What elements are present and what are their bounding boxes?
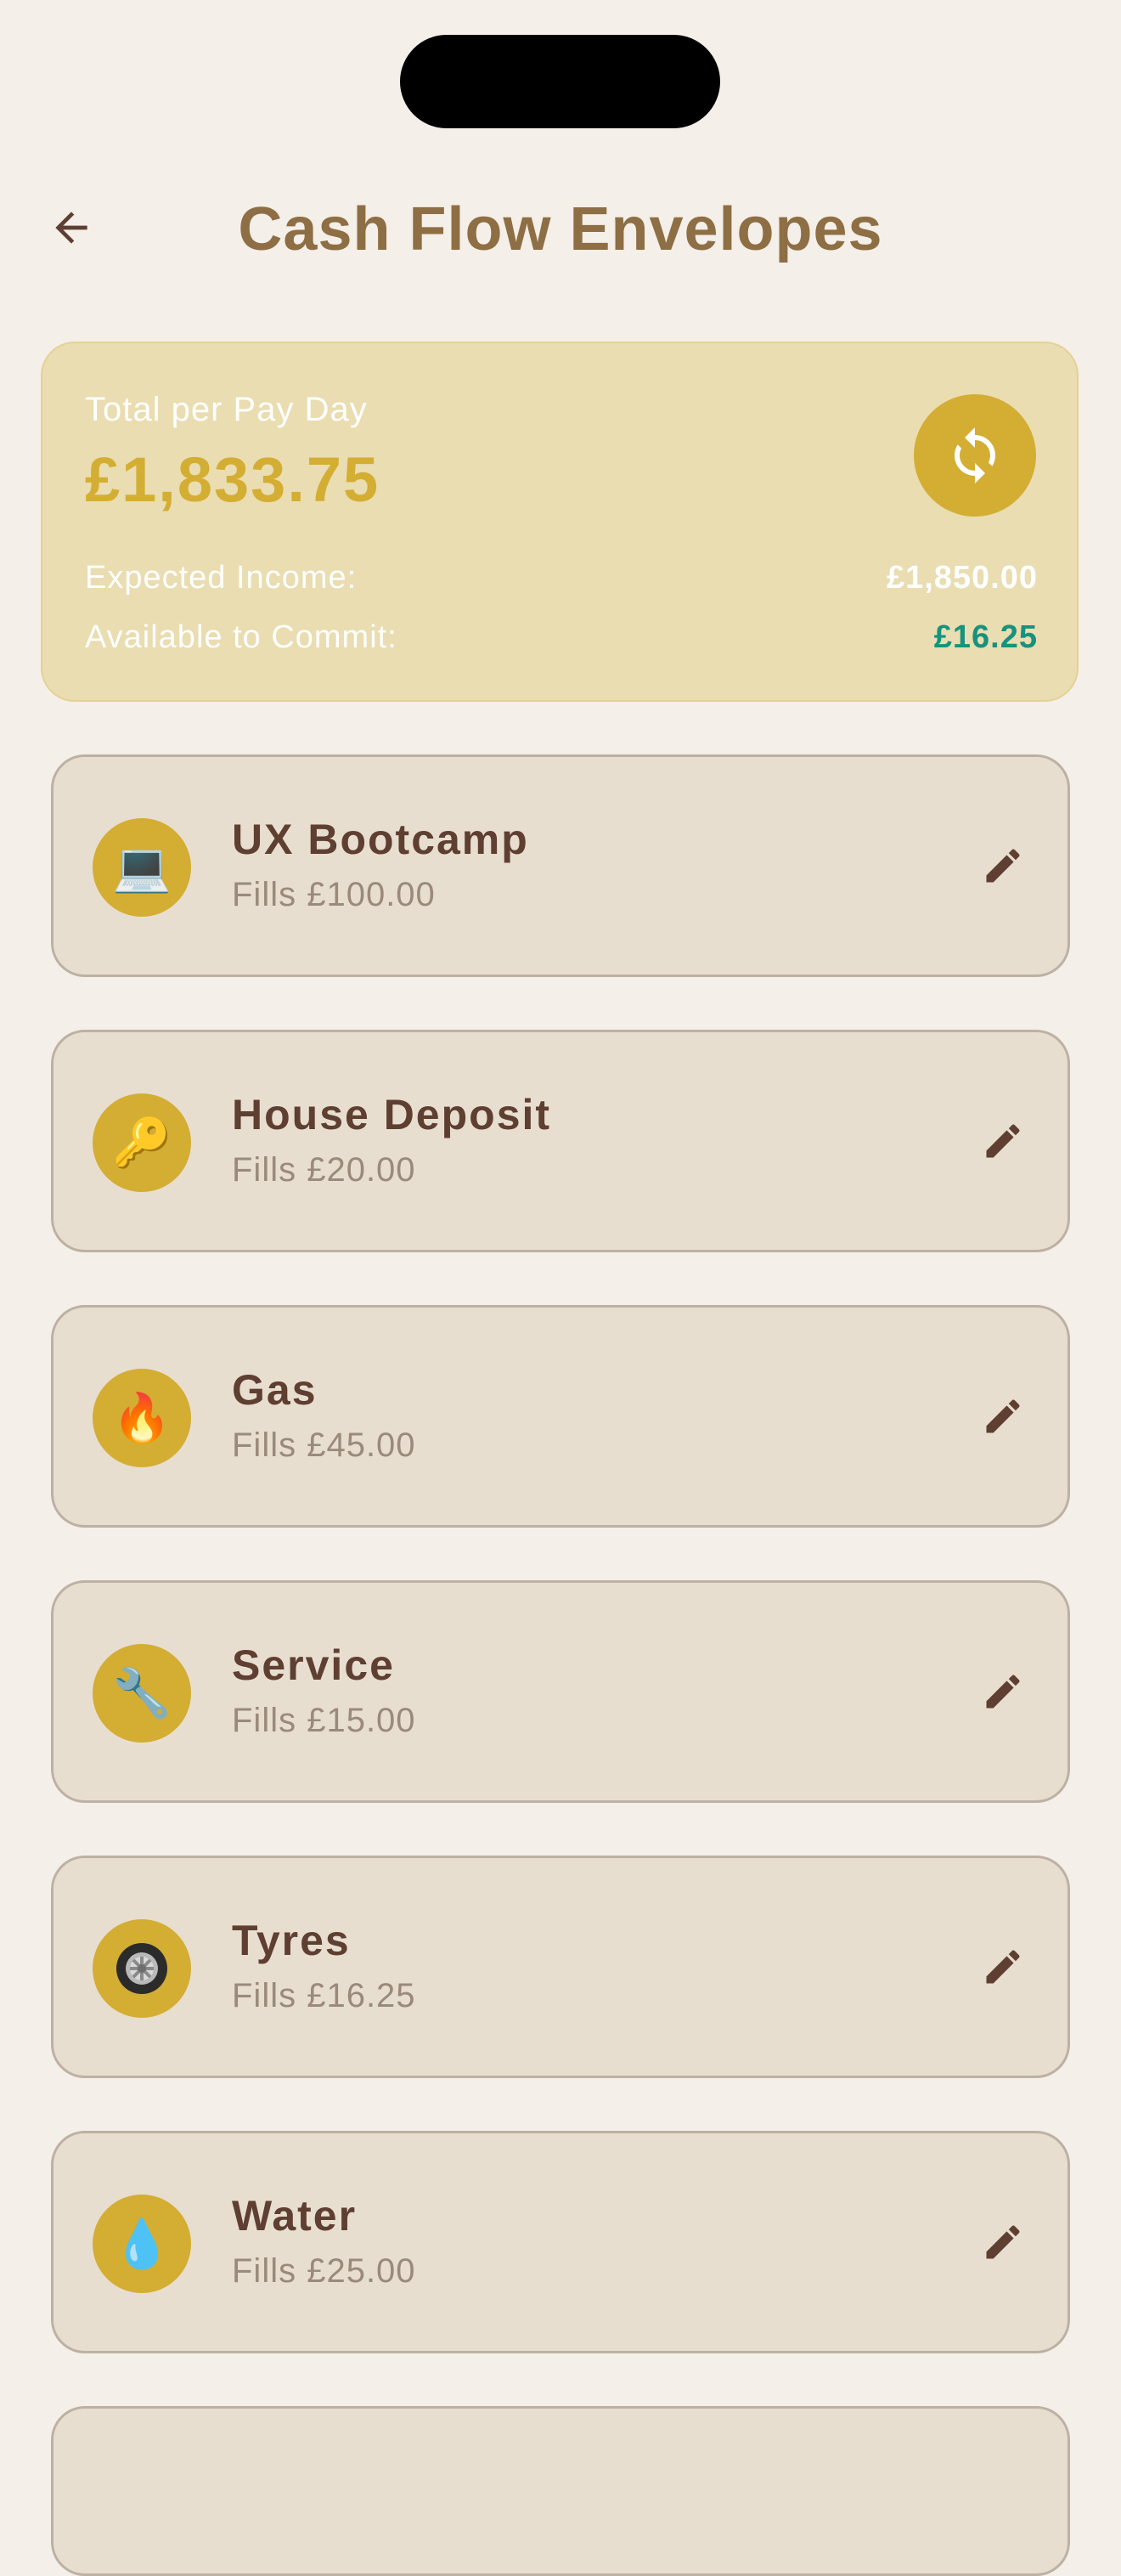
envelope-card-tyres[interactable]: Tyres Fills £16.25 xyxy=(51,1856,1070,2078)
available-to-commit-value: £16.25 xyxy=(933,619,1038,655)
pencil-icon xyxy=(986,1675,1020,1709)
pencil-icon xyxy=(986,1399,1020,1433)
envelope-card-partial[interactable] xyxy=(51,2406,1070,2576)
pencil-icon xyxy=(986,849,1020,883)
available-to-commit-row: Available to Commit: £16.25 xyxy=(85,613,1038,661)
envelope-name: Tyres xyxy=(232,1917,351,1964)
envelope-card-water[interactable]: 💧 Water Fills £25.00 xyxy=(51,2131,1070,2353)
wrench-icon: 🔧 xyxy=(93,1644,191,1743)
dynamic-island xyxy=(400,35,720,128)
edit-button[interactable] xyxy=(972,1386,1034,1447)
edit-button[interactable] xyxy=(972,2212,1034,2273)
envelope-card-house-deposit[interactable]: 🔑 House Deposit Fills £20.00 xyxy=(51,1030,1070,1252)
page-title: Cash Flow Envelopes xyxy=(238,195,883,263)
expected-income-label: Expected Income: xyxy=(85,559,358,596)
envelope-card-gas[interactable]: 🔥 Gas Fills £45.00 xyxy=(51,1305,1070,1528)
expected-income-value: £1,850.00 xyxy=(886,559,1038,596)
envelope-fill-amount: Fills £45.00 xyxy=(232,1426,416,1464)
summary-card: Total per Pay Day £1,833.75 Expected Inc… xyxy=(41,342,1079,702)
refresh-button[interactable] xyxy=(914,394,1036,517)
expected-income-row: Expected Income: £1,850.00 xyxy=(85,554,1038,602)
envelope-fill-amount: Fills £15.00 xyxy=(232,1702,416,1739)
envelope-name: Gas xyxy=(232,1366,318,1414)
key-icon: 🔑 xyxy=(93,1093,191,1192)
refresh-icon xyxy=(955,427,995,483)
edit-button[interactable] xyxy=(972,1661,1034,1722)
total-amount: £1,833.75 xyxy=(85,444,380,515)
available-to-commit-label: Available to Commit: xyxy=(85,619,397,655)
envelope-name: UX Bootcamp xyxy=(232,816,529,863)
pencil-icon xyxy=(986,2225,1020,2259)
edit-button[interactable] xyxy=(972,835,1034,896)
pencil-icon xyxy=(986,1124,1020,1158)
total-label: Total per Pay Day xyxy=(85,391,368,428)
edit-button[interactable] xyxy=(972,1110,1034,1172)
tyre-icon-graphic xyxy=(116,1943,167,1994)
edit-button[interactable] xyxy=(972,1936,1034,1997)
tyre-icon xyxy=(93,1919,191,2018)
envelope-fill-amount: Fills £25.00 xyxy=(232,2252,416,2290)
envelope-name: Service xyxy=(232,1641,395,1689)
laptop-icon: 💻 xyxy=(93,818,191,917)
envelope-list: 💻 UX Bootcamp Fills £100.00 🔑 House Depo… xyxy=(51,754,1070,2576)
pencil-icon xyxy=(986,1950,1020,1984)
envelope-card-service[interactable]: 🔧 Service Fills £15.00 xyxy=(51,1580,1070,1803)
envelope-fill-amount: Fills £100.00 xyxy=(232,876,436,913)
envelope-name: Water xyxy=(232,2192,358,2240)
envelope-fill-amount: Fills £16.25 xyxy=(232,1977,416,2014)
envelope-card-ux-bootcamp[interactable]: 💻 UX Bootcamp Fills £100.00 xyxy=(51,754,1070,977)
envelope-fill-amount: Fills £20.00 xyxy=(232,1151,416,1189)
droplet-icon: 💧 xyxy=(93,2195,191,2293)
fire-icon: 🔥 xyxy=(93,1369,191,1467)
envelope-name: House Deposit xyxy=(232,1091,552,1138)
